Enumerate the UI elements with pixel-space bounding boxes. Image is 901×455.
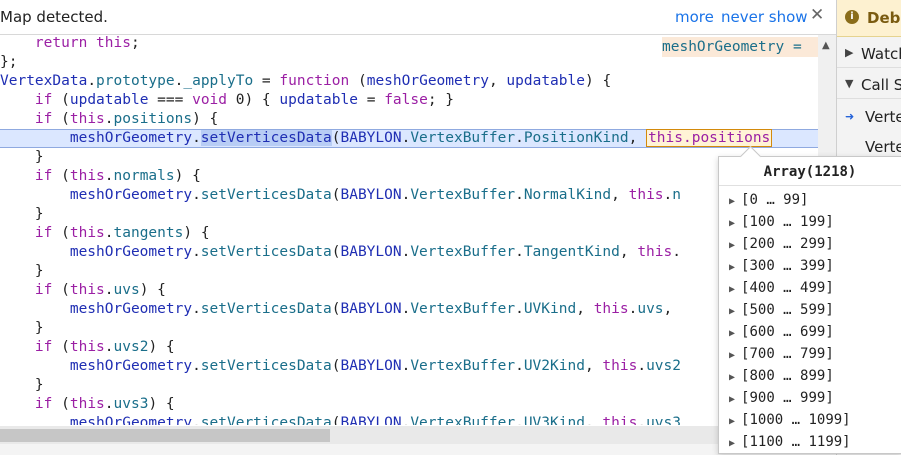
code-line[interactable]: meshOrGeometry.setVerticesData(BABYLON.V…	[0, 243, 818, 262]
array-range-label: [600 … 699]	[741, 324, 834, 340]
code-line[interactable]: meshOrGeometry.setVerticesData(BABYLON.V…	[0, 300, 818, 319]
array-range-item[interactable]: ▶ [800 … 899]	[729, 365, 834, 387]
array-range-label: [100 … 199]	[741, 214, 834, 230]
array-range-label: [700 … 799]	[741, 346, 834, 362]
call-stack-frame[interactable]: ➜ Verte	[837, 102, 901, 130]
close-icon[interactable]: ✕	[810, 5, 824, 25]
current-frame-arrow-icon: ➜	[845, 110, 855, 123]
debugger-title: Debu	[867, 9, 901, 27]
array-range-item[interactable]: ▶ [1100 … 1199]	[729, 431, 851, 453]
bottom-strip	[0, 444, 836, 455]
watch-section[interactable]: ▶ Watch	[837, 40, 901, 68]
current-execution-line[interactable]: meshOrGeometry.setVerticesData(BABYLON.V…	[0, 129, 818, 148]
scroll-up-arrow-icon[interactable]: ▲	[822, 40, 830, 51]
code-editor[interactable]: return this;}; VertexData.prototype._appl…	[0, 35, 818, 425]
infobar-message: Map detected.	[0, 8, 108, 26]
array-range-label: [800 … 899]	[741, 368, 834, 384]
expand-triangle-icon[interactable]: ▶	[729, 328, 735, 339]
expand-triangle-icon[interactable]: ▶	[729, 438, 735, 449]
debugger-header[interactable]: i Debu	[837, 0, 901, 37]
expand-triangle-icon[interactable]: ▶	[729, 262, 735, 273]
array-range-label: [1000 … 1099]	[741, 412, 851, 428]
array-range-label: [300 … 399]	[741, 258, 834, 274]
source-map-infobar: Map detected. more never show ✕	[0, 0, 836, 35]
array-range-item[interactable]: ▶ [1000 … 1099]	[729, 409, 851, 431]
code-line[interactable]: meshOrGeometry.setVerticesData(BABYLON.V…	[0, 414, 818, 425]
call-stack-label: Call S	[861, 76, 901, 94]
expand-triangle-icon[interactable]: ▶	[729, 240, 735, 251]
code-line[interactable]: }	[0, 205, 818, 224]
expand-triangle-icon[interactable]: ▶	[729, 372, 735, 383]
expand-triangle-icon[interactable]: ▶	[729, 284, 735, 295]
array-range-item[interactable]: ▶ [700 … 799]	[729, 343, 834, 365]
array-range-item[interactable]: ▶ [500 … 599]	[729, 299, 834, 321]
horizontal-scroll-thumb[interactable]	[0, 429, 330, 442]
collapse-triangle-icon[interactable]: ▼	[845, 77, 853, 90]
array-range-item[interactable]: ▶ [0 … 99]	[729, 189, 808, 211]
expand-triangle-icon[interactable]: ▶	[729, 196, 735, 207]
value-tooltip: Array(1218) ▶ [0 … 99] ▶ [100 … 199] ▶ [200 ……	[718, 145, 901, 454]
expand-triangle-icon[interactable]: ▶	[729, 218, 735, 229]
code-line[interactable]: if (this.normals) {	[0, 167, 818, 186]
code-line[interactable]: }	[0, 262, 818, 281]
info-icon: i	[845, 10, 859, 24]
expand-triangle-icon[interactable]: ▶	[729, 394, 735, 405]
expand-triangle-icon[interactable]: ▶	[729, 416, 735, 427]
frame-label: Verte	[865, 108, 901, 126]
array-range-item[interactable]: ▶ [900 … 999]	[729, 387, 834, 409]
inline-value-hint: meshOrGeometry =	[662, 37, 818, 57]
array-range-item[interactable]: ▶ [400 … 499]	[729, 277, 834, 299]
code-line[interactable]: }	[0, 376, 818, 395]
code-line[interactable]: if (updatable === void 0) { updatable = …	[0, 91, 818, 110]
array-range-item[interactable]: ▶ [100 … 199]	[729, 211, 834, 233]
code-line[interactable]: if (this.positions) {	[0, 110, 818, 129]
watch-label: Watch	[861, 45, 901, 63]
array-range-label: [200 … 299]	[741, 236, 834, 252]
more-link[interactable]: more	[675, 8, 714, 26]
expand-triangle-icon[interactable]: ▶	[845, 46, 853, 59]
array-range-label: [0 … 99]	[741, 192, 809, 208]
code-line[interactable]: VertexData.prototype._applyTo = function…	[0, 72, 818, 91]
code-line[interactable]: }	[0, 148, 818, 167]
expand-triangle-icon[interactable]: ▶	[729, 306, 735, 317]
code-line[interactable]: meshOrGeometry.setVerticesData(BABYLON.V…	[0, 186, 818, 205]
array-range-label: [900 … 999]	[741, 390, 834, 406]
never-show-link[interactable]: never show	[721, 8, 808, 26]
array-range-item[interactable]: ▶ [600 … 699]	[729, 321, 834, 343]
array-range-item[interactable]: ▶ [300 … 399]	[729, 255, 834, 277]
code-line[interactable]: meshOrGeometry.setVerticesData(BABYLON.V…	[0, 357, 818, 376]
tooltip-header: Array(1218)	[719, 157, 901, 186]
code-line[interactable]: if (this.uvs2) {	[0, 338, 818, 357]
array-range-label: [400 … 499]	[741, 280, 834, 296]
horizontal-scrollbar[interactable]	[0, 426, 836, 444]
code-line[interactable]: if (this.tangents) {	[0, 224, 818, 243]
array-range-label: [500 … 599]	[741, 302, 834, 318]
call-stack-section[interactable]: ▼ Call S	[837, 71, 901, 99]
expand-triangle-icon[interactable]: ▶	[729, 350, 735, 361]
array-range-label: [1100 … 1199]	[741, 434, 851, 450]
array-range-item[interactable]: ▶ [200 … 299]	[729, 233, 834, 255]
frame-label: Verte	[865, 138, 901, 156]
code-line[interactable]: if (this.uvs) {	[0, 281, 818, 300]
code-line[interactable]: if (this.uvs3) {	[0, 395, 818, 414]
code-line[interactable]: }	[0, 319, 818, 338]
